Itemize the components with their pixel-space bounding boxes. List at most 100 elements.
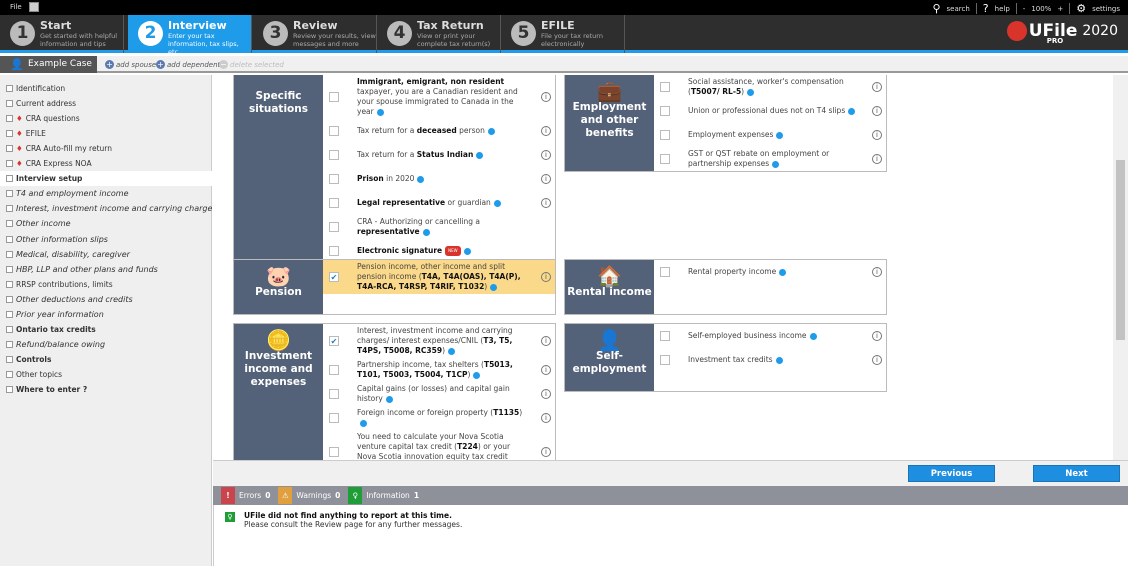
info-icon[interactable]: i bbox=[541, 150, 551, 160]
arrow-circle-icon[interactable] bbox=[385, 395, 393, 403]
option-row[interactable]: Prison in 2020 i bbox=[323, 167, 555, 191]
info-icon[interactable]: i bbox=[872, 154, 882, 164]
arrow-circle-icon[interactable] bbox=[490, 283, 498, 291]
option-row[interactable]: CRA - Authorizing or cancelling a repres… bbox=[323, 215, 555, 239]
option-row[interactable]: Union or professional dues not on T4 sli… bbox=[654, 99, 886, 123]
arrow-circle-icon[interactable] bbox=[476, 151, 484, 159]
arrow-circle-icon[interactable] bbox=[779, 268, 787, 276]
information-label[interactable]: Information bbox=[366, 491, 409, 500]
sidebar-item[interactable]: Identification bbox=[0, 81, 212, 96]
option-checkbox[interactable] bbox=[660, 82, 670, 92]
sidebar-item[interactable]: Controls bbox=[0, 352, 212, 367]
arrow-circle-icon[interactable] bbox=[848, 107, 856, 115]
option-checkbox[interactable]: ✔ bbox=[329, 272, 339, 282]
option-checkbox[interactable] bbox=[329, 92, 339, 102]
arrow-circle-icon[interactable] bbox=[772, 160, 780, 168]
option-checkbox[interactable] bbox=[329, 150, 339, 160]
search-link[interactable]: search bbox=[947, 5, 970, 13]
option-checkbox[interactable] bbox=[660, 267, 670, 277]
sidebar-item[interactable]: ♦ EFILE bbox=[0, 126, 212, 141]
option-row[interactable]: Foreign income or foreign property (T113… bbox=[323, 406, 555, 430]
option-checkbox[interactable] bbox=[329, 447, 339, 457]
case-tab[interactable]: 👤 Example Case bbox=[0, 56, 97, 73]
add-dependent-button[interactable]: + add dependent bbox=[156, 60, 220, 69]
lightbulb-icon[interactable]: ♀ bbox=[348, 487, 363, 504]
info-icon[interactable]: i bbox=[541, 447, 551, 457]
arrow-circle-icon[interactable] bbox=[422, 228, 430, 236]
info-icon[interactable]: i bbox=[872, 82, 882, 92]
step-tax-return[interactable]: 4 Tax Return View or print your complete t… bbox=[377, 15, 501, 53]
option-row[interactable]: Tax return for a deceased person i bbox=[323, 119, 555, 143]
info-icon[interactable]: i bbox=[872, 267, 882, 277]
sidebar-item[interactable]: Ontario tax credits bbox=[0, 322, 212, 337]
option-checkbox[interactable] bbox=[329, 389, 339, 399]
sidebar-item[interactable]: Prior year information bbox=[0, 307, 212, 322]
sidebar-item[interactable]: Where to enter ? bbox=[0, 382, 212, 397]
save-icon[interactable] bbox=[29, 2, 39, 12]
option-checkbox[interactable] bbox=[660, 130, 670, 140]
option-row[interactable]: You need to calculate your Nova Scotia v… bbox=[323, 430, 555, 460]
sidebar-item[interactable]: RRSP contributions, limits bbox=[0, 277, 212, 292]
arrow-circle-icon[interactable] bbox=[463, 247, 471, 255]
arrow-circle-icon[interactable] bbox=[360, 419, 367, 427]
sidebar-item[interactable]: Other topics bbox=[0, 367, 212, 382]
arrow-circle-icon[interactable] bbox=[493, 199, 501, 207]
option-row[interactable]: GST or QST rebate on employment or partn… bbox=[654, 147, 886, 171]
arrow-circle-icon[interactable] bbox=[376, 108, 384, 116]
info-icon[interactable]: i bbox=[872, 331, 882, 341]
option-row[interactable]: Tax return for a Status Indian i bbox=[323, 143, 555, 167]
sidebar-item[interactable]: T4 and employment income bbox=[0, 186, 212, 201]
info-icon[interactable]: i bbox=[541, 413, 551, 423]
option-row[interactable]: Self-employed business income i bbox=[654, 324, 886, 348]
arrow-circle-icon[interactable] bbox=[448, 347, 456, 355]
arrow-circle-icon[interactable] bbox=[809, 332, 817, 340]
zoom-in-button[interactable]: + bbox=[1057, 5, 1063, 13]
scrollbar[interactable] bbox=[1113, 75, 1128, 460]
error-icon[interactable]: ! bbox=[221, 487, 235, 504]
option-checkbox[interactable]: ✔ bbox=[329, 336, 339, 346]
sidebar-item[interactable]: Interview setup bbox=[0, 171, 212, 187]
sidebar-item[interactable]: ♦ CRA Express NOA bbox=[0, 156, 212, 171]
info-icon[interactable]: i bbox=[541, 336, 551, 346]
info-icon[interactable]: i bbox=[541, 365, 551, 375]
arrow-circle-icon[interactable] bbox=[747, 88, 755, 96]
sidebar-item[interactable]: HBP, LLP and other plans and funds bbox=[0, 262, 212, 277]
search-icon[interactable]: ⚲ bbox=[932, 2, 940, 15]
sidebar-item[interactable]: Other income bbox=[0, 216, 212, 231]
option-checkbox[interactable] bbox=[660, 331, 670, 341]
sidebar-item[interactable]: ♦ CRA questions bbox=[0, 111, 212, 126]
scrollbar-thumb[interactable] bbox=[1116, 160, 1125, 340]
step-review[interactable]: 3 Review Review your results, view message… bbox=[253, 15, 377, 53]
sidebar-item[interactable]: Refund/balance owing bbox=[0, 337, 212, 352]
option-row[interactable]: ✔ Pension income, other income and split … bbox=[323, 260, 555, 294]
errors-label[interactable]: Errors bbox=[239, 491, 261, 500]
info-icon[interactable]: i bbox=[541, 92, 551, 102]
info-icon[interactable]: i bbox=[872, 355, 882, 365]
warning-icon[interactable]: ⚠ bbox=[278, 487, 293, 504]
sidebar-item[interactable]: Current address bbox=[0, 96, 212, 111]
option-row[interactable]: Employment expenses i bbox=[654, 123, 886, 147]
arrow-circle-icon[interactable] bbox=[776, 131, 784, 139]
settings-link[interactable]: settings bbox=[1092, 5, 1120, 13]
arrow-circle-icon[interactable] bbox=[487, 127, 495, 135]
info-icon[interactable]: i bbox=[541, 389, 551, 399]
sidebar-item[interactable]: Other deductions and credits bbox=[0, 292, 212, 307]
sidebar-item[interactable]: Interest, investment income and carrying… bbox=[0, 201, 212, 216]
file-menu[interactable]: File bbox=[10, 3, 22, 11]
option-checkbox[interactable] bbox=[660, 154, 670, 164]
option-checkbox[interactable] bbox=[660, 106, 670, 116]
add-spouse-button[interactable]: + add spouse bbox=[105, 60, 156, 69]
option-checkbox[interactable] bbox=[329, 413, 339, 423]
option-row[interactable]: Legal representative or guardian i bbox=[323, 191, 555, 215]
info-icon[interactable]: i bbox=[541, 198, 551, 208]
sidebar-item[interactable]: ♦ CRA Auto-fill my return bbox=[0, 141, 212, 156]
option-checkbox[interactable] bbox=[329, 126, 339, 136]
option-row[interactable]: Immigrant, emigrant, non resident taxpay… bbox=[323, 75, 555, 119]
info-icon[interactable]: i bbox=[872, 130, 882, 140]
option-row[interactable]: ✔ Interest, investment income and carryin… bbox=[323, 324, 555, 358]
option-checkbox[interactable] bbox=[329, 198, 339, 208]
step-interview[interactable]: 2 Interview Enter your tax information, ta… bbox=[128, 15, 252, 56]
help-icon[interactable]: ? bbox=[983, 2, 989, 15]
warnings-label[interactable]: Warnings bbox=[296, 491, 331, 500]
gear-icon[interactable]: ⚙ bbox=[1076, 2, 1086, 15]
